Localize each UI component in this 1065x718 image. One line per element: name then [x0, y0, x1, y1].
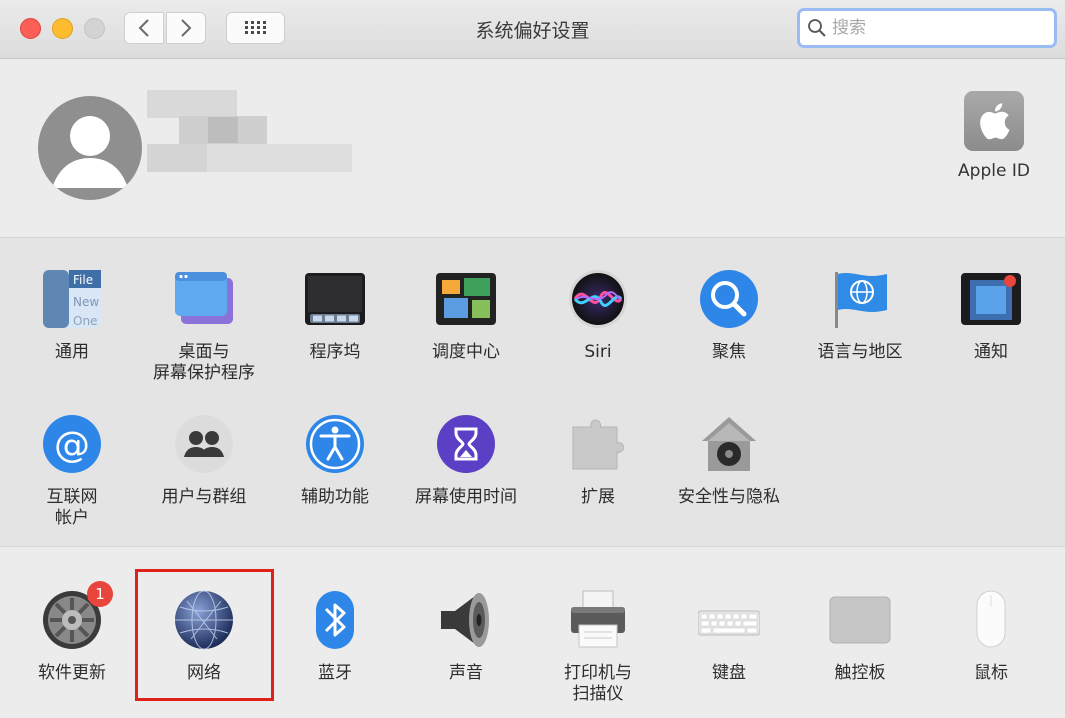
pane-general[interactable]: File New One 通用 — [7, 268, 137, 363]
pane-label: 辅助功能 — [301, 487, 369, 507]
pane-label: 扩展 — [581, 487, 615, 507]
pane-label: 触控板 — [834, 663, 886, 683]
bluetooth-icon — [304, 589, 366, 651]
internet-accounts-icon: @ — [41, 413, 103, 475]
file-menu-text: File — [73, 273, 93, 287]
pane-accessibility[interactable]: 辅助功能 — [270, 413, 400, 508]
svg-text:@: @ — [54, 425, 90, 466]
mouse-icon — [960, 589, 1022, 651]
apple-id-pane[interactable]: Apple ID — [955, 91, 1033, 181]
user-avatar[interactable] — [38, 96, 142, 200]
pane-label: 通知 — [974, 342, 1008, 362]
pane-label: 互联网 帐户 — [46, 487, 98, 528]
pane-label: 聚焦 — [712, 342, 746, 362]
pane-label: Siri — [584, 342, 612, 362]
general-icon: File New One — [41, 268, 103, 330]
pane-bluetooth[interactable]: 蓝牙 — [270, 589, 400, 684]
pane-label: 鼠标 — [974, 663, 1008, 683]
printers-scanners-icon — [567, 589, 629, 651]
pane-siri[interactable]: Siri — [533, 268, 663, 363]
accessibility-icon — [304, 413, 366, 475]
software-update-icon: 1 — [41, 581, 113, 651]
extensions-icon — [567, 413, 629, 475]
pane-security-privacy[interactable]: 安全性与隐私 — [664, 413, 794, 508]
pane-spotlight[interactable]: 聚焦 — [664, 268, 794, 363]
security-privacy-icon — [698, 413, 760, 475]
pane-trackpad[interactable]: 触控板 — [795, 589, 925, 684]
pane-label: 声音 — [449, 663, 483, 683]
dock-icon — [304, 268, 366, 330]
pane-notifications[interactable]: 通知 — [926, 268, 1056, 363]
trackpad-icon — [829, 589, 891, 651]
pane-keyboard[interactable]: 键盘 — [664, 589, 794, 684]
pane-language-region[interactable]: 语言与地区 — [795, 268, 925, 363]
pane-label: 软件更新 — [38, 663, 106, 683]
notifications-icon — [960, 268, 1022, 330]
network-highlight-box — [135, 569, 274, 701]
open-menu-text: One — [73, 314, 97, 328]
pane-label: 语言与地区 — [817, 342, 903, 362]
pane-label: 通用 — [55, 342, 89, 362]
keyboard-icon — [697, 589, 761, 651]
pane-label: 桌面与 屏幕保护程序 — [153, 342, 255, 383]
pane-software-update[interactable]: 1 软件更新 — [7, 581, 137, 684]
pane-internet-accounts[interactable]: @ 互联网 帐户 — [7, 413, 137, 529]
pane-label: 键盘 — [712, 663, 746, 683]
pane-label: 打印机与 扫描仪 — [564, 663, 632, 704]
pane-dock[interactable]: 程序坞 — [270, 268, 400, 363]
search-input[interactable] — [830, 17, 1034, 39]
person-icon — [52, 116, 128, 188]
pane-label: 程序坞 — [309, 342, 361, 362]
apple-logo-icon — [964, 91, 1024, 151]
pane-label: 蓝牙 — [318, 663, 352, 683]
pane-extensions[interactable]: 扩展 — [533, 413, 663, 508]
sound-icon — [435, 589, 497, 651]
search-field[interactable] — [797, 8, 1057, 48]
title-bar: 系统偏好设置 — [0, 0, 1065, 59]
pane-label: 安全性与隐私 — [678, 487, 780, 507]
account-section: Apple ID — [0, 59, 1065, 238]
desktop-screensaver-icon — [173, 268, 235, 330]
pane-users-groups[interactable]: 用户与群组 — [139, 413, 269, 508]
users-groups-icon — [173, 413, 235, 475]
pane-printers-scanners[interactable]: 打印机与 扫描仪 — [533, 589, 663, 705]
pane-label: 调度中心 — [432, 342, 500, 362]
pane-sound[interactable]: 声音 — [401, 589, 531, 684]
mission-control-icon — [435, 268, 497, 330]
pane-label: 屏幕使用时间 — [415, 487, 517, 507]
search-icon — [808, 19, 826, 37]
pane-label: 用户与群组 — [161, 487, 247, 507]
screen-time-icon — [435, 413, 497, 475]
pane-screen-time[interactable]: 屏幕使用时间 — [401, 413, 531, 508]
update-count-badge: 1 — [87, 581, 113, 607]
spotlight-icon — [698, 268, 760, 330]
siri-icon — [567, 268, 629, 330]
new-menu-text: New — [73, 295, 99, 309]
pane-mission-control[interactable]: 调度中心 — [401, 268, 531, 363]
pane-desktop-screensaver[interactable]: 桌面与 屏幕保护程序 — [139, 268, 269, 384]
pane-mouse[interactable]: 鼠标 — [926, 589, 1056, 684]
language-region-icon — [829, 268, 891, 330]
apple-id-label: Apple ID — [958, 161, 1030, 181]
